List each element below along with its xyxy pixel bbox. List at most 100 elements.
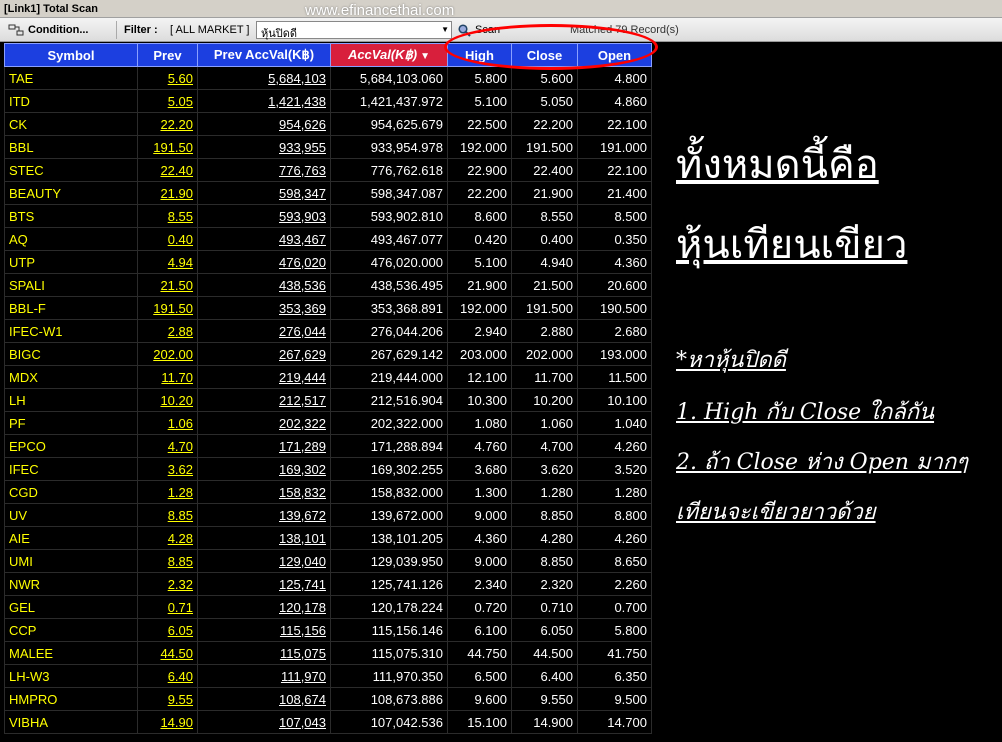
table-row[interactable]: UTP 4.94 476,020 476,020.000 5.100 4.940 4.360 bbox=[4, 250, 652, 274]
cell-prev[interactable]: 14.90 bbox=[137, 710, 198, 734]
cell-symbol[interactable]: NWR bbox=[4, 572, 138, 596]
col-header-symbol[interactable]: Symbol bbox=[4, 43, 138, 67]
cell-prev-accval[interactable]: 267,629 bbox=[197, 342, 331, 366]
cell-symbol[interactable]: UTP bbox=[4, 250, 138, 274]
table-row[interactable]: BEAUTY 21.90 598,347 598,347.087 22.200 21.90… bbox=[4, 181, 652, 205]
cell-prev[interactable]: 202.00 bbox=[137, 342, 198, 366]
cell-symbol[interactable]: STEC bbox=[4, 158, 138, 182]
cell-prev-accval[interactable]: 493,467 bbox=[197, 227, 331, 251]
cell-symbol[interactable]: AQ bbox=[4, 227, 138, 251]
cell-prev[interactable]: 44.50 bbox=[137, 641, 198, 665]
preset-select[interactable]: หุ้นปิดดี ▼ bbox=[256, 21, 452, 40]
cell-symbol[interactable]: UV bbox=[4, 503, 138, 527]
table-row[interactable]: MALEE 44.50 115,075 115,075.310 44.750 44.500… bbox=[4, 641, 652, 665]
cell-prev-accval[interactable]: 111,970 bbox=[197, 664, 331, 688]
cell-prev-accval[interactable]: 276,044 bbox=[197, 319, 331, 343]
table-row[interactable]: LH 10.20 212,517 212,516.904 10.300 10.200 10.… bbox=[4, 388, 652, 412]
table-row[interactable]: NWR 2.32 125,741 125,741.126 2.340 2.320 2.260 bbox=[4, 572, 652, 596]
cell-prev-accval[interactable]: 438,536 bbox=[197, 273, 331, 297]
cell-symbol[interactable]: IFEC-W1 bbox=[4, 319, 138, 343]
cell-prev[interactable]: 0.71 bbox=[137, 595, 198, 619]
cell-prev-accval[interactable]: 108,674 bbox=[197, 687, 331, 711]
table-row[interactable]: IFEC-W1 2.88 276,044 276,044.206 2.940 2.880 2… bbox=[4, 319, 652, 343]
cell-prev[interactable]: 8.85 bbox=[137, 549, 198, 573]
cell-prev-accval[interactable]: 776,763 bbox=[197, 158, 331, 182]
cell-prev-accval[interactable]: 125,741 bbox=[197, 572, 331, 596]
cell-symbol[interactable]: UMI bbox=[4, 549, 138, 573]
col-header-prev[interactable]: Prev bbox=[137, 43, 198, 67]
cell-prev-accval[interactable]: 158,832 bbox=[197, 480, 331, 504]
cell-symbol[interactable]: BBL-F bbox=[4, 296, 138, 320]
cell-prev-accval[interactable]: 139,672 bbox=[197, 503, 331, 527]
cell-prev-accval[interactable]: 115,156 bbox=[197, 618, 331, 642]
cell-prev[interactable]: 4.70 bbox=[137, 434, 198, 458]
cell-prev[interactable]: 8.55 bbox=[137, 204, 198, 228]
cell-prev[interactable]: 2.88 bbox=[137, 319, 198, 343]
table-row[interactable]: BTS 8.55 593,903 593,902.810 8.600 8.550 8.500 bbox=[4, 204, 652, 228]
cell-symbol[interactable]: AIE bbox=[4, 526, 138, 550]
cell-prev-accval[interactable]: 219,444 bbox=[197, 365, 331, 389]
cell-prev[interactable]: 6.40 bbox=[137, 664, 198, 688]
cell-prev[interactable]: 5.05 bbox=[137, 89, 198, 113]
cell-symbol[interactable]: CGD bbox=[4, 480, 138, 504]
table-row[interactable]: BIGC 202.00 267,629 267,629.142 203.000 202.0… bbox=[4, 342, 652, 366]
cell-prev[interactable]: 21.90 bbox=[137, 181, 198, 205]
cell-prev[interactable]: 1.06 bbox=[137, 411, 198, 435]
cell-prev[interactable]: 22.20 bbox=[137, 112, 198, 136]
table-row[interactable]: IFEC 3.62 169,302 169,302.255 3.680 3.620 3.52… bbox=[4, 457, 652, 481]
cell-prev[interactable]: 6.05 bbox=[137, 618, 198, 642]
table-row[interactable]: EPCO 4.70 171,289 171,288.894 4.760 4.700 4.26… bbox=[4, 434, 652, 458]
cell-prev-accval[interactable]: 598,347 bbox=[197, 181, 331, 205]
cell-prev-accval[interactable]: 353,369 bbox=[197, 296, 331, 320]
table-row[interactable]: CGD 1.28 158,832 158,832.000 1.300 1.280 1.280 bbox=[4, 480, 652, 504]
cell-prev-accval[interactable]: 202,322 bbox=[197, 411, 331, 435]
table-row[interactable]: STEC 22.40 776,763 776,762.618 22.900 22.400 2… bbox=[4, 158, 652, 182]
cell-prev[interactable]: 8.85 bbox=[137, 503, 198, 527]
cell-prev[interactable]: 0.40 bbox=[137, 227, 198, 251]
cell-symbol[interactable]: MALEE bbox=[4, 641, 138, 665]
filter-market-value[interactable]: [ ALL MARKET ] bbox=[170, 21, 249, 39]
table-row[interactable]: UV 8.85 139,672 139,672.000 9.000 8.850 8.800 bbox=[4, 503, 652, 527]
cell-prev[interactable]: 4.28 bbox=[137, 526, 198, 550]
cell-prev[interactable]: 22.40 bbox=[137, 158, 198, 182]
cell-symbol[interactable]: TAE bbox=[4, 66, 138, 90]
cell-symbol[interactable]: IFEC bbox=[4, 457, 138, 481]
cell-prev-accval[interactable]: 169,302 bbox=[197, 457, 331, 481]
cell-prev[interactable]: 191.50 bbox=[137, 135, 198, 159]
cell-prev[interactable]: 1.28 bbox=[137, 480, 198, 504]
cell-prev[interactable]: 3.62 bbox=[137, 457, 198, 481]
cell-symbol[interactable]: BBL bbox=[4, 135, 138, 159]
table-row[interactable]: AQ 0.40 493,467 493,467.077 0.420 0.400 0.350 bbox=[4, 227, 652, 251]
cell-symbol[interactable]: CCP bbox=[4, 618, 138, 642]
cell-symbol[interactable]: SPALI bbox=[4, 273, 138, 297]
col-header-prev-accval[interactable]: Prev AccVal(K฿) bbox=[197, 43, 331, 67]
cell-prev-accval[interactable]: 476,020 bbox=[197, 250, 331, 274]
cell-prev-accval[interactable]: 115,075 bbox=[197, 641, 331, 665]
cell-prev[interactable]: 4.94 bbox=[137, 250, 198, 274]
cell-prev[interactable]: 2.32 bbox=[137, 572, 198, 596]
table-row[interactable]: GEL 0.71 120,178 120,178.224 0.720 0.710 0.700 bbox=[4, 595, 652, 619]
cell-symbol[interactable]: BTS bbox=[4, 204, 138, 228]
cell-prev-accval[interactable]: 129,040 bbox=[197, 549, 331, 573]
table-row[interactable]: CCP 6.05 115,156 115,156.146 6.100 6.050 5.800 bbox=[4, 618, 652, 642]
cell-symbol[interactable]: PF bbox=[4, 411, 138, 435]
cell-prev[interactable]: 5.60 bbox=[137, 66, 198, 90]
table-row[interactable]: BBL-F 191.50 353,369 353,368.891 192.000 191.… bbox=[4, 296, 652, 320]
table-row[interactable]: SPALI 21.50 438,536 438,536.495 21.900 21.500… bbox=[4, 273, 652, 297]
table-row[interactable]: VIBHA 14.90 107,043 107,042.536 15.100 14.900… bbox=[4, 710, 652, 734]
col-header-accval-sorted[interactable]: AccVal(K฿) ▼ bbox=[330, 43, 448, 67]
cell-prev-accval[interactable]: 171,289 bbox=[197, 434, 331, 458]
cell-prev[interactable]: 9.55 bbox=[137, 687, 198, 711]
cell-symbol[interactable]: ITD bbox=[4, 89, 138, 113]
cell-prev-accval[interactable]: 107,043 bbox=[197, 710, 331, 734]
cell-prev[interactable]: 191.50 bbox=[137, 296, 198, 320]
cell-symbol[interactable]: HMPRO bbox=[4, 687, 138, 711]
cell-prev[interactable]: 10.20 bbox=[137, 388, 198, 412]
cell-prev-accval[interactable]: 5,684,103 bbox=[197, 66, 331, 90]
table-row[interactable]: UMI 8.85 129,040 129,039.950 9.000 8.850 8.650 bbox=[4, 549, 652, 573]
table-row[interactable]: LH-W3 6.40 111,970 111,970.350 6.500 6.400 6.3… bbox=[4, 664, 652, 688]
table-row[interactable]: HMPRO 9.55 108,674 108,673.886 9.600 9.550 9.5… bbox=[4, 687, 652, 711]
cell-symbol[interactable]: LH bbox=[4, 388, 138, 412]
cell-symbol[interactable]: MDX bbox=[4, 365, 138, 389]
cell-symbol[interactable]: EPCO bbox=[4, 434, 138, 458]
